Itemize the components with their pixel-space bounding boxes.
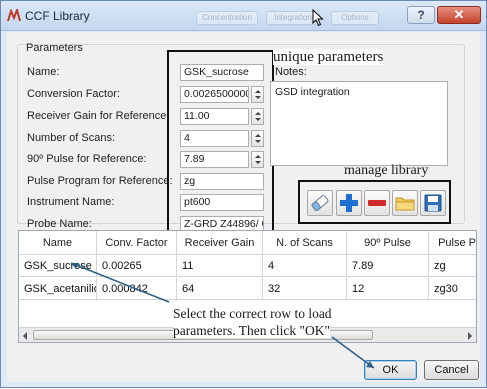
close-button[interactable]: ✕ bbox=[437, 6, 481, 24]
background-tab-options: Options bbox=[331, 11, 379, 25]
scroll-left-icon[interactable] bbox=[23, 332, 27, 340]
table-cell[interactable]: zg30 bbox=[429, 278, 476, 300]
number-of-scans-label: Number of Scans: bbox=[27, 132, 116, 144]
instruction-annotation-line1: Select the correct row to load bbox=[173, 306, 332, 321]
dialog-body: Parameters Name: Conversion Factor: Rece… bbox=[7, 32, 480, 382]
receiver-gain-label: Receiver Gain for Reference: bbox=[27, 110, 170, 122]
ccf-library-dialog: CCF Library Concentration Integration Op… bbox=[0, 0, 487, 388]
conversion-factor-label: Conversion Factor: bbox=[27, 88, 120, 100]
table-cell[interactable]: 12 bbox=[347, 278, 429, 300]
manage-library-toolbar bbox=[298, 180, 451, 224]
column-header-receiver-gain[interactable]: Receiver Gain bbox=[177, 231, 263, 255]
pulse-program-label: Pulse Program for Reference: bbox=[27, 175, 173, 187]
cancel-button[interactable]: Cancel bbox=[424, 360, 479, 380]
name-label: Name: bbox=[27, 66, 60, 78]
instrument-name-label: Instrument Name: bbox=[27, 196, 115, 208]
background-tab-concentration: Concentration bbox=[196, 11, 258, 25]
manage-library-annotation: manage library bbox=[344, 163, 429, 178]
pulse-90-label: 90º Pulse for Reference: bbox=[27, 153, 147, 165]
column-header-n-scans[interactable]: N. of Scans bbox=[263, 231, 347, 255]
parameters-group-title: Parameters bbox=[26, 42, 83, 54]
table-row[interactable]: GSK_sucrose 0.00265 11 4 7.89 zg bbox=[19, 255, 476, 277]
notes-label: Notes: bbox=[275, 66, 307, 78]
table-cell[interactable]: 7.89 bbox=[347, 255, 429, 277]
remove-entry-button[interactable] bbox=[364, 190, 390, 216]
table-cell[interactable]: 4 bbox=[263, 255, 347, 277]
window-title: CCF Library bbox=[25, 9, 90, 23]
table-cell[interactable]: GSK_sucrose bbox=[19, 255, 97, 277]
save-library-button[interactable] bbox=[420, 190, 446, 216]
table-cell[interactable]: GSK_acetanilide bbox=[19, 278, 97, 300]
column-header-name[interactable]: Name bbox=[19, 231, 97, 255]
table-cell[interactable]: 0.000842 bbox=[97, 278, 177, 300]
folder-icon bbox=[395, 197, 415, 211]
unique-parameters-annotation: unique parameters bbox=[273, 49, 384, 65]
unique-parameters-highlight bbox=[167, 50, 274, 236]
column-header-pulse-prog[interactable]: Pulse Prog. bbox=[429, 231, 476, 255]
add-entry-button[interactable] bbox=[336, 190, 362, 216]
help-button[interactable]: ? bbox=[407, 6, 435, 24]
title-bar[interactable]: CCF Library Concentration Integration Op… bbox=[1, 1, 486, 31]
table-cell[interactable]: 32 bbox=[263, 278, 347, 300]
table-row[interactable]: GSK_acetanilide 0.000842 64 32 12 zg30 bbox=[19, 278, 476, 300]
erase-icon bbox=[311, 195, 329, 211]
column-header-90-pulse[interactable]: 90º Pulse bbox=[347, 231, 429, 255]
probe-name-label: Probe Name: bbox=[27, 218, 92, 230]
table-header: Name Conv. Factor Receiver Gain N. of Sc… bbox=[19, 231, 476, 255]
ccf-app-icon bbox=[7, 9, 21, 22]
ok-button[interactable]: OK bbox=[364, 360, 417, 380]
remove-icon bbox=[368, 200, 386, 206]
save-icon bbox=[424, 194, 442, 212]
table-cell[interactable]: 0.00265 bbox=[97, 255, 177, 277]
table-cell[interactable]: zg bbox=[429, 255, 476, 277]
table-cell[interactable]: 64 bbox=[177, 278, 263, 300]
erase-button[interactable] bbox=[307, 190, 333, 216]
notes-field[interactable]: GSD integration bbox=[270, 81, 448, 166]
open-library-button[interactable] bbox=[392, 190, 418, 216]
scroll-right-icon[interactable] bbox=[468, 332, 472, 340]
add-icon bbox=[340, 194, 358, 212]
mouse-cursor-icon bbox=[312, 9, 324, 27]
column-header-conv-factor[interactable]: Conv. Factor bbox=[97, 231, 177, 255]
instruction-annotation-line2: parameters. Then click "OK" bbox=[173, 323, 330, 338]
table-cell[interactable]: 11 bbox=[177, 255, 263, 277]
